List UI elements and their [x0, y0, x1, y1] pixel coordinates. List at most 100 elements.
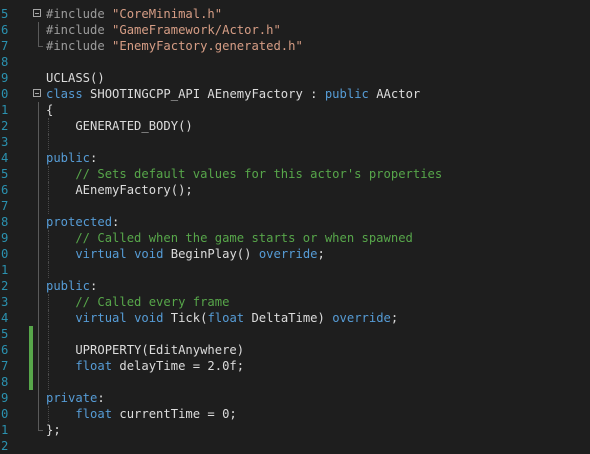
line-number: 0 [1, 87, 9, 101]
code-line[interactable]: 8 [0, 54, 590, 70]
code-token: { [46, 103, 54, 117]
code-text[interactable]: float delayTime = 2.0f; [46, 358, 244, 374]
code-text[interactable]: #include "CoreMinimal.h" [46, 6, 222, 22]
code-text[interactable]: GENERATED_BODY() [46, 118, 193, 134]
line-number: 8 [1, 215, 9, 229]
code-text[interactable]: // Called when the game starts or when s… [46, 230, 413, 246]
fold-guide-end [38, 422, 39, 430]
indent-guide [48, 374, 49, 390]
code-line[interactable]: 6 #include "GameFramework/Actor.h" [0, 22, 590, 38]
fold-toggle-icon[interactable] [33, 89, 41, 97]
code-line[interactable]: 6 UPROPERTY(EditAnywhere) [0, 342, 590, 358]
code-line[interactable]: 8 protected: [0, 214, 590, 230]
change-indicator [29, 358, 33, 374]
fold-toggle-icon[interactable] [33, 9, 41, 17]
code-token: : [90, 279, 98, 293]
code-text[interactable]: // Called every frame [46, 294, 229, 310]
code-line[interactable]: 9 UCLASS() [0, 70, 590, 86]
code-token: : [112, 215, 120, 229]
fold-guide [38, 310, 39, 326]
code-line[interactable]: 2 public: [0, 278, 590, 294]
fold-guide [38, 294, 39, 310]
code-token: public [46, 279, 91, 293]
code-text[interactable]: UPROPERTY(EditAnywhere) [46, 342, 244, 358]
code-token: AActor [376, 87, 421, 101]
code-text[interactable]: AEnemyFactory(); [46, 182, 192, 198]
code-line[interactable]: 7 float delayTime = 2.0f; [0, 358, 590, 374]
line-number: 2 [1, 279, 9, 293]
code-text[interactable]: #include "EnemyFactory.generated.h" [46, 38, 303, 54]
code-token: #include [46, 39, 113, 53]
code-token: delayTime = 2.0f; [119, 359, 245, 373]
code-token: GENERATED_BODY() [46, 119, 193, 133]
code-token: float [46, 407, 120, 421]
code-text[interactable]: private: [46, 390, 105, 406]
line-number: 5 [1, 7, 9, 21]
code-line[interactable]: 1 [0, 262, 590, 278]
code-line[interactable]: 2 GENERATED_BODY() [0, 118, 590, 134]
code-text[interactable]: { [46, 102, 53, 118]
code-line[interactable]: 4 virtual void Tick(float DeltaTime) ove… [0, 310, 590, 326]
code-line[interactable]: 7 #include "EnemyFactory.generated.h" [0, 38, 590, 54]
code-token: virtual [46, 247, 135, 261]
code-line[interactable]: 4 public: [0, 150, 590, 166]
code-token: void [134, 247, 171, 261]
code-line[interactable]: 6 AEnemyFactory(); [0, 182, 590, 198]
code-line[interactable]: 0 float currentTime = 0; [0, 406, 590, 422]
code-line[interactable]: 0 class SHOOTINGCPP_API AEnemyFactory : p… [0, 86, 590, 102]
line-number: 5 [1, 327, 9, 341]
code-line[interactable]: 0 virtual void BeginPlay() override; [0, 246, 590, 262]
code-text[interactable]: UCLASS() [46, 70, 105, 86]
code-line[interactable]: 9 private: [0, 390, 590, 406]
indent-guide [48, 134, 49, 150]
line-number: 9 [1, 231, 9, 245]
code-token: currentTime = 0; [119, 407, 237, 421]
code-token: : [97, 391, 105, 405]
code-token: protected [46, 215, 113, 229]
code-text[interactable]: #include "GameFramework/Actor.h" [46, 22, 281, 38]
code-text[interactable]: }; [46, 422, 61, 438]
fold-guide [38, 198, 39, 214]
fold-guide [38, 262, 39, 278]
code-editor[interactable]: 5 #include "CoreMinimal.h" 6 #include "Game… [0, 0, 590, 453]
code-line[interactable]: 1{ [0, 102, 590, 118]
code-text[interactable]: public: [46, 278, 97, 294]
fold-guide [38, 390, 39, 406]
line-number: 8 [1, 375, 9, 389]
indent-guide [48, 198, 49, 214]
code-line[interactable]: 5 [0, 326, 590, 342]
code-line[interactable]: 3 [0, 134, 590, 150]
code-text[interactable]: public: [46, 150, 97, 166]
code-token: #include [46, 23, 113, 37]
change-indicator [29, 342, 33, 358]
code-text[interactable]: class SHOOTINGCPP_API AEnemyFactory : pu… [46, 86, 420, 102]
line-number: 7 [1, 199, 9, 213]
code-token: public [46, 151, 91, 165]
fold-guide [38, 150, 39, 166]
code-token: ; [390, 311, 399, 325]
code-text[interactable]: // Sets default values for this actor's … [46, 166, 442, 182]
line-number: 7 [1, 39, 9, 53]
fold-guide [38, 358, 39, 374]
line-number: 3 [1, 135, 9, 149]
code-text[interactable]: float currentTime = 0; [46, 406, 237, 422]
code-line[interactable]: 1}; [0, 422, 590, 438]
code-token: // Called every frame [46, 295, 230, 309]
code-text[interactable]: protected: [46, 214, 119, 230]
line-number: 9 [1, 71, 9, 85]
line-number: 9 [1, 391, 9, 405]
line-number: 7 [1, 359, 9, 373]
code-line[interactable]: 5 #include "CoreMinimal.h" [0, 6, 590, 22]
code-line[interactable]: 7 [0, 198, 590, 214]
code-token: override [258, 247, 318, 261]
code-token: ; [317, 247, 325, 261]
code-text[interactable]: virtual void Tick(float DeltaTime) overr… [46, 310, 398, 326]
code-line[interactable]: 2 [0, 438, 590, 454]
code-line[interactable]: 3 // Called every frame [0, 294, 590, 310]
line-number: 8 [1, 55, 9, 69]
fold-guide [38, 166, 39, 182]
code-line[interactable]: 9 // Called when the game starts or when… [0, 230, 590, 246]
code-line[interactable]: 8 [0, 374, 590, 390]
code-line[interactable]: 5 // Sets default values for this actor'… [0, 166, 590, 182]
code-text[interactable]: virtual void BeginPlay() override; [46, 246, 325, 262]
